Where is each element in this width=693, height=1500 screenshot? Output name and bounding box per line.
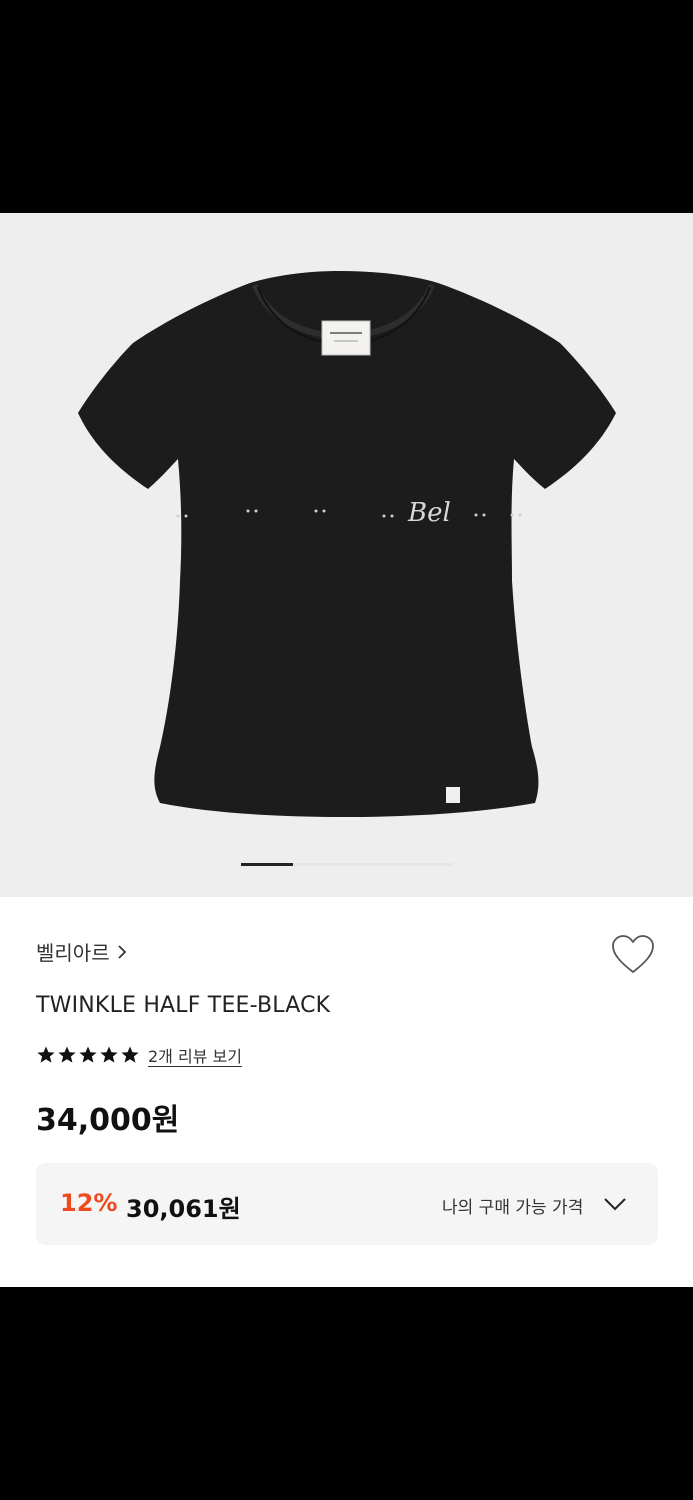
gallery-indicator-track bbox=[293, 863, 453, 866]
product-info: 벨리아르 TWINKLE HALF TEE-BLACK 2개 리뷰 보기 34,… bbox=[0, 897, 693, 1287]
star-icon bbox=[37, 1046, 55, 1063]
star-icon bbox=[58, 1046, 76, 1063]
original-price: 34,000원 bbox=[36, 1103, 180, 1138]
rating-row: 2개 리뷰 보기 bbox=[36, 1043, 242, 1067]
heart-outline-icon[interactable] bbox=[610, 933, 656, 975]
sale-price: 30,061원 bbox=[126, 1195, 241, 1223]
star-icon bbox=[100, 1046, 118, 1063]
star-rating bbox=[36, 1045, 140, 1065]
product-image: Bel bbox=[78, 271, 616, 817]
chevron-right-icon bbox=[117, 944, 126, 959]
bottom-black-bar bbox=[0, 1287, 693, 1500]
discount-rate: 12% bbox=[60, 1189, 118, 1217]
star-icon bbox=[79, 1046, 97, 1063]
top-black-bar bbox=[0, 0, 693, 213]
review-link[interactable]: 2개 리뷰 보기 bbox=[148, 1043, 242, 1067]
brand-link[interactable]: 벨리아르 bbox=[36, 937, 128, 966]
product-title: TWINKLE HALF TEE-BLACK bbox=[36, 993, 331, 1018]
shirt-logo-text: Bel bbox=[407, 498, 451, 528]
brand-name[interactable]: 벨리아르 bbox=[36, 937, 110, 966]
product-image-gallery[interactable]: Bel bbox=[0, 213, 693, 897]
my-price-label: 나의 구매 가능 가격 bbox=[442, 1198, 584, 1218]
gallery-indicator-active bbox=[241, 863, 293, 866]
star-icon bbox=[121, 1046, 139, 1063]
my-price-box[interactable]: 12% 30,061원 나의 구매 가능 가격 bbox=[36, 1163, 658, 1245]
chevron-down-icon[interactable] bbox=[602, 1195, 628, 1213]
